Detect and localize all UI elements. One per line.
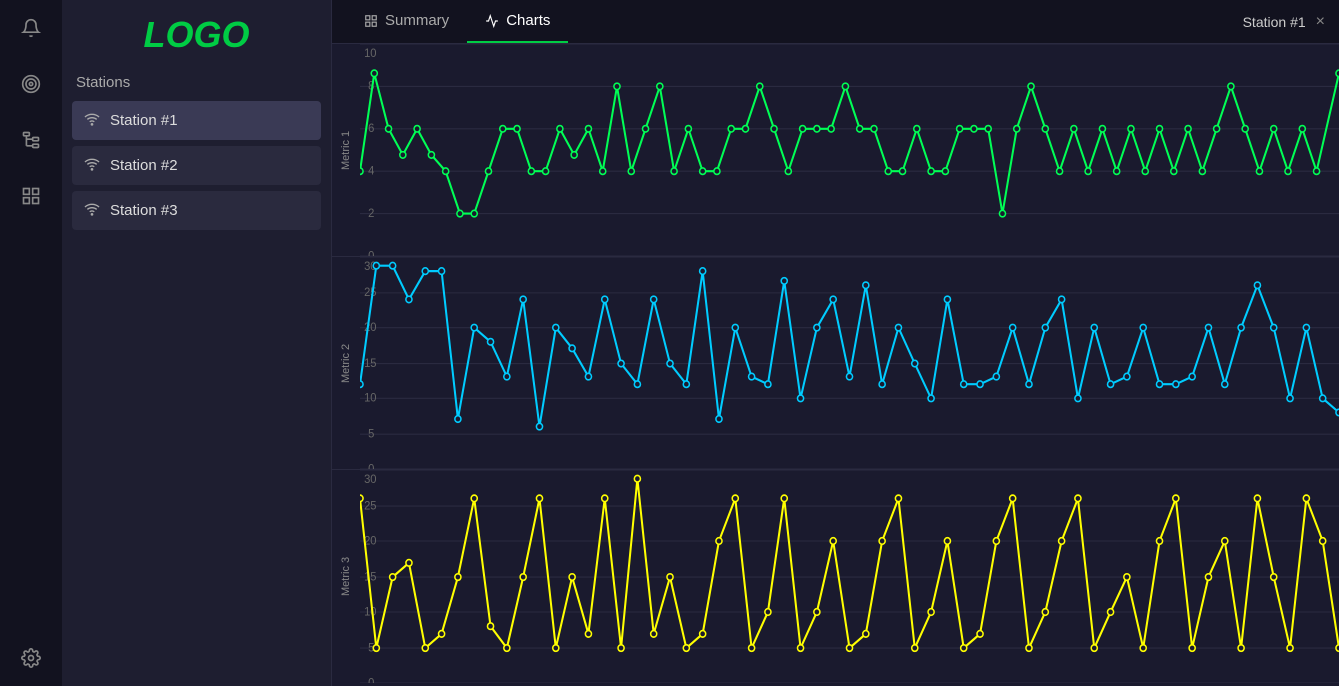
metric1-area: 0 2 4 6 8 10 bbox=[360, 44, 1339, 256]
tab-summary[interactable]: Summary bbox=[346, 0, 467, 43]
svg-text:15: 15 bbox=[364, 358, 376, 370]
metric3-area: 0 5 10 15 20 25 30 bbox=[360, 470, 1339, 683]
svg-text:10: 10 bbox=[364, 605, 376, 618]
metric2-panel: Metric 2 0 5 10 15 20 25 bbox=[332, 257, 1339, 470]
svg-text:0: 0 bbox=[368, 676, 374, 683]
sidebar: LOGO Stations Station #1 Station #2 Stat… bbox=[62, 0, 332, 686]
station2-label: Station #2 bbox=[110, 157, 178, 174]
sidebar-item-station3[interactable]: Station #3 bbox=[72, 191, 321, 230]
svg-text:20: 20 bbox=[364, 322, 376, 334]
metric2-svg: 0 5 10 15 20 25 30 bbox=[360, 257, 1339, 469]
svg-text:0: 0 bbox=[368, 250, 374, 256]
sidebar-title: Stations bbox=[72, 74, 321, 91]
hierarchy-icon[interactable] bbox=[13, 122, 49, 158]
wifi-icon-2 bbox=[84, 156, 100, 175]
settings-icon[interactable] bbox=[13, 640, 49, 676]
metric1-svg: 0 2 4 6 8 10 bbox=[360, 44, 1339, 256]
svg-text:6: 6 bbox=[368, 123, 374, 135]
bell-icon[interactable] bbox=[13, 10, 49, 46]
grid-icon[interactable] bbox=[13, 178, 49, 214]
station3-label: Station #3 bbox=[110, 202, 178, 219]
metric1-panel: Metric 1 0 2 4 6 8 10 bbox=[332, 44, 1339, 257]
svg-text:5: 5 bbox=[368, 428, 374, 440]
tab-bar: Summary Charts Station #1 × bbox=[332, 0, 1339, 44]
svg-text:2: 2 bbox=[368, 208, 374, 220]
main-content: Summary Charts Station #1 × Metric 1 bbox=[332, 0, 1339, 686]
svg-text:25: 25 bbox=[364, 287, 376, 299]
svg-text:10: 10 bbox=[364, 48, 376, 60]
active-station-label: Station #1 bbox=[1243, 14, 1306, 30]
svg-text:25: 25 bbox=[364, 499, 376, 512]
sidebar-item-station1[interactable]: Station #1 bbox=[72, 101, 321, 140]
wifi-icon bbox=[84, 111, 100, 130]
metric1-label: Metric 1 bbox=[332, 44, 360, 256]
svg-text:0: 0 bbox=[368, 463, 374, 469]
target-icon[interactable] bbox=[13, 66, 49, 102]
svg-text:30: 30 bbox=[364, 473, 376, 486]
metric2-area: 0 5 10 15 20 25 30 bbox=[360, 257, 1339, 469]
sidebar-item-station2[interactable]: Station #2 bbox=[72, 146, 321, 185]
logo: LOGO bbox=[72, 14, 321, 56]
metric2-label: Metric 2 bbox=[332, 257, 360, 469]
tab-charts-label: Charts bbox=[506, 12, 550, 29]
tab-summary-label: Summary bbox=[385, 12, 449, 29]
nav-bar bbox=[0, 0, 62, 686]
svg-text:10: 10 bbox=[364, 392, 376, 404]
metric3-svg: 0 5 10 15 20 25 30 bbox=[360, 470, 1339, 683]
metric3-panel: Metric 3 0 5 10 15 20 25 bbox=[332, 470, 1339, 683]
tab-charts[interactable]: Charts bbox=[467, 0, 568, 43]
charts-container: Metric 1 0 2 4 6 8 10 bbox=[332, 44, 1339, 686]
svg-text:4: 4 bbox=[368, 165, 375, 177]
close-button[interactable]: × bbox=[1316, 13, 1325, 31]
metric3-label: Metric 3 bbox=[332, 470, 360, 683]
svg-text:15: 15 bbox=[364, 570, 376, 583]
wifi-icon-3 bbox=[84, 201, 100, 220]
station1-label: Station #1 bbox=[110, 112, 178, 129]
